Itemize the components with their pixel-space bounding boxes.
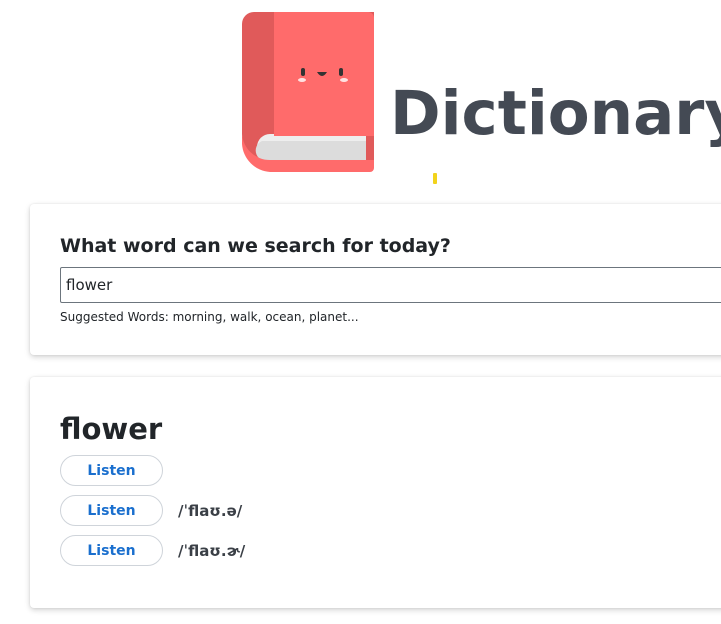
phonetic-text: /ˈflaʊ.ɚ/ [178,541,246,560]
phonetic-row: Listen /ˈflaʊ.ɚ/ [60,535,245,566]
phonetic-row: Listen [60,455,178,486]
dictionary-page: Dictionary What word can we search for t… [0,0,721,624]
phonetic-text: /ˈflaʊ.ə/ [178,501,243,520]
result-word: flower [60,412,163,446]
listen-button[interactable]: Listen [60,535,163,566]
listen-button[interactable]: Listen [60,455,163,486]
result-card: flower Listen Listen /ˈflaʊ.ə/ Listen /ˈ… [30,377,721,608]
text-cursor-marker [433,173,437,184]
brand-title: Dictionary [390,78,721,149]
book-mascot-icon [240,10,380,176]
search-input[interactable] [60,267,721,303]
suggested-words: Suggested Words: morning, walk, ocean, p… [60,310,359,324]
search-heading: What word can we search for today? [60,235,451,257]
phonetic-row: Listen /ˈflaʊ.ə/ [60,495,242,526]
search-card: What word can we search for today? Sugge… [30,204,721,355]
listen-button[interactable]: Listen [60,495,163,526]
header: Dictionary [0,0,721,190]
